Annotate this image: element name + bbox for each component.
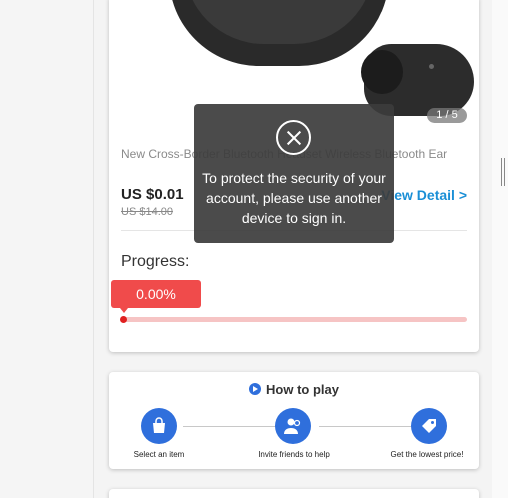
step-label-invite-friends: Invite friends to help [258, 450, 330, 459]
earbud-tip [361, 50, 403, 94]
scroll-handle[interactable] [501, 158, 505, 186]
shopping-bag-icon [141, 408, 177, 444]
image-counter: 1 / 5 [427, 108, 467, 123]
step-label-lowest-price: Get the lowest price! [390, 450, 464, 459]
step-connector [319, 426, 419, 427]
progress-marker [120, 316, 127, 323]
progress-badge-pointer [120, 308, 128, 313]
play-icon [249, 383, 262, 395]
next-card [109, 489, 479, 498]
left-margin [0, 0, 94, 498]
friends-icon [275, 408, 311, 444]
how-to-play-card: How to play Select an item Invite friend… [109, 372, 479, 469]
right-margin [492, 0, 508, 498]
original-price: US $14.00 [121, 206, 173, 218]
security-toast: To protect the security of your account,… [194, 104, 394, 243]
close-icon[interactable] [276, 120, 311, 155]
current-price: US $0.01 [121, 186, 184, 203]
how-to-play-heading: How to play [109, 382, 479, 397]
earbud-indicator [429, 64, 434, 69]
progress-label: Progress: [121, 253, 190, 270]
security-message: To protect the security of your account,… [202, 170, 386, 226]
step-connector [183, 426, 279, 427]
price-tag-icon [411, 408, 447, 444]
step-label-select-item: Select an item [133, 450, 185, 459]
view-detail-link[interactable]: View Detail > [381, 187, 467, 203]
progress-value-badge: 0.00% [111, 280, 201, 308]
how-to-play-title: How to play [266, 382, 339, 397]
progress-bar [121, 317, 467, 322]
